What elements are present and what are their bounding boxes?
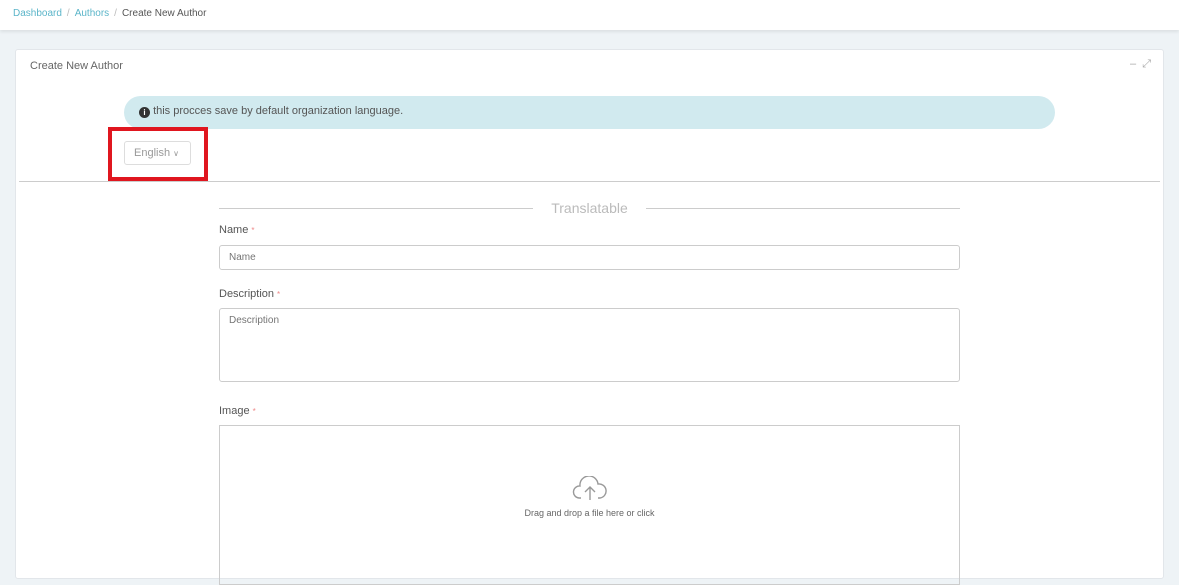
minimize-icon[interactable]: – xyxy=(1130,58,1136,70)
name-input[interactable] xyxy=(219,245,960,270)
image-dropzone[interactable]: Drag and drop a file here or click xyxy=(219,425,960,585)
info-icon: i xyxy=(139,107,150,118)
name-label: Name * xyxy=(219,224,255,236)
chevron-down-icon: ∨ xyxy=(173,149,179,158)
breadcrumb-authors[interactable]: Authors xyxy=(75,8,109,19)
divider xyxy=(19,181,1160,182)
breadcrumb-dashboard[interactable]: Dashboard xyxy=(13,8,62,19)
section-title: Translatable xyxy=(551,200,628,216)
description-input[interactable] xyxy=(219,308,960,382)
breadcrumb-current: Create New Author xyxy=(121,8,207,19)
cloud-upload-icon xyxy=(572,475,607,500)
create-author-card: Create New Author – ⤢ i this procces sav… xyxy=(15,49,1164,585)
image-label: Image * xyxy=(219,405,256,417)
card-title: Create New Author xyxy=(30,60,123,72)
description-label: Description * xyxy=(219,288,281,300)
expand-icon[interactable]: ⤢ xyxy=(1142,58,1151,70)
info-alert: i this procces save by default organizat… xyxy=(124,96,1055,129)
breadcrumb: Dashboard / Authors / Create New Author xyxy=(0,0,1179,30)
dropzone-hint: Drag and drop a file here or click xyxy=(524,508,655,518)
alert-text: this procces save by default organizatio… xyxy=(153,105,404,117)
language-value: English xyxy=(134,147,171,159)
section-legend: Translatable xyxy=(219,200,960,216)
language-select[interactable]: English ∨ xyxy=(124,141,191,165)
